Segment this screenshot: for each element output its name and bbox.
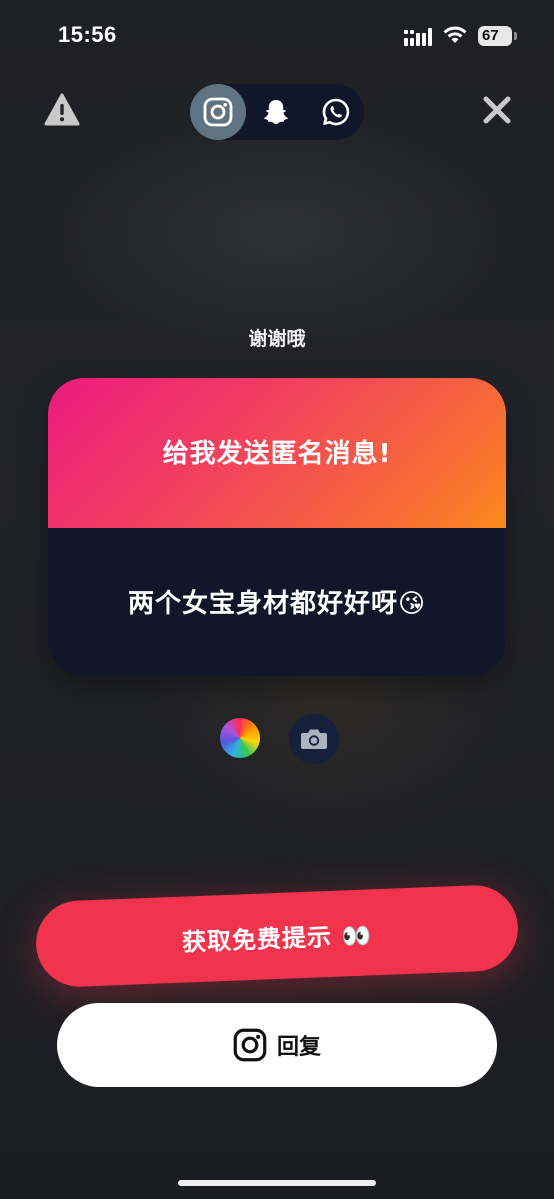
get-free-hint-button[interactable]: 获取免费提示 👀 [34, 883, 520, 989]
color-wheel-icon[interactable] [220, 718, 260, 758]
warning-icon[interactable] [44, 93, 80, 127]
signal-icon [404, 28, 432, 46]
camera-button[interactable] [289, 714, 339, 764]
platform-tab-instagram[interactable] [190, 84, 246, 140]
platform-tab-snapchat[interactable] [248, 84, 304, 140]
close-icon[interactable] [481, 94, 513, 126]
home-indicator[interactable] [178, 1180, 376, 1186]
status-bar: 15:56 67 [0, 0, 554, 72]
battery-icon: 67 [478, 26, 512, 46]
platform-tab-whatsapp[interactable] [308, 84, 364, 140]
status-time: 15:56 [58, 22, 117, 47]
whatsapp-icon [322, 98, 350, 126]
camera-icon [301, 729, 327, 749]
hint-button-label: 获取免费提示 👀 [181, 920, 373, 957]
thanks-label: 谢谢哦 [248, 328, 306, 350]
platform-switcher [190, 84, 364, 140]
snapchat-ghost-icon [264, 100, 288, 124]
message-card: 给我发送匿名消息! 两个女宝身材都好好呀😘 [48, 378, 506, 676]
instagram-icon [233, 1028, 267, 1062]
reply-button-label: 回复 [276, 1035, 321, 1060]
wifi-icon [443, 26, 467, 43]
card-message: 两个女宝身材都好好呀😘 [127, 588, 427, 619]
reply-button[interactable]: 回复 [57, 1003, 497, 1087]
card-prompt: 给我发送匿名消息! [162, 438, 392, 469]
card-body: 两个女宝身材都好好呀😘 [48, 528, 506, 676]
instagram-icon [203, 97, 233, 127]
battery-cap [514, 32, 517, 40]
card-header: 给我发送匿名消息! [48, 378, 506, 528]
